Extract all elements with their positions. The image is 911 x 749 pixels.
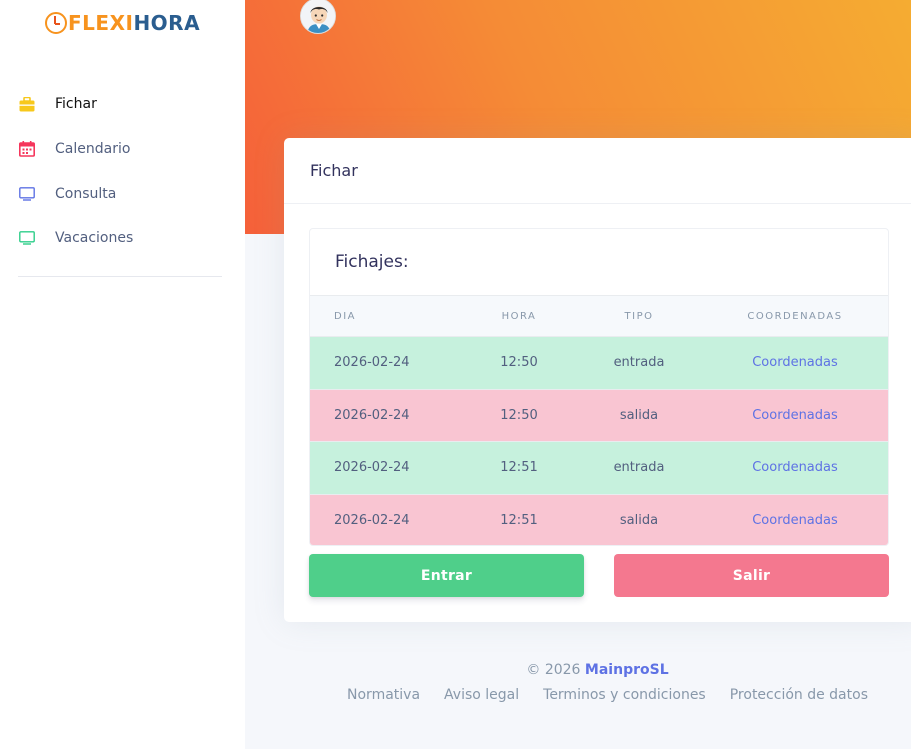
cell-dia: 2026-02-24: [310, 441, 460, 494]
coordenadas-link[interactable]: Coordenadas: [752, 355, 838, 370]
sidebar-nav: Fichar Calendario Consulta Vacaciones: [0, 82, 245, 261]
logo-text-flexi: FLEXI: [68, 11, 134, 35]
logo[interactable]: FLEXIHORA: [45, 11, 200, 35]
card-header: Fichar: [284, 138, 911, 204]
briefcase-icon: [18, 96, 35, 113]
fichajes-header: Fichajes:: [310, 229, 888, 295]
sidebar: FLEXIHORA Fichar Calendario Consulta Vac…: [0, 0, 245, 749]
sidebar-item-label: Vacaciones: [55, 230, 134, 247]
monitor-icon: [18, 230, 35, 247]
sidebar-item-consulta[interactable]: Consulta: [0, 171, 245, 216]
cell-coordenadas: Coordenadas: [700, 388, 888, 442]
company-link[interactable]: MainproSL: [585, 662, 669, 678]
table-row: 2026-02-24 12:51 salida Coordenadas: [310, 493, 888, 545]
cell-coordenadas: Coordenadas: [700, 493, 888, 545]
salir-button[interactable]: Salir: [614, 554, 889, 597]
fichajes-table: Dia Hora Tipo Coordenadas 2026-02-24 12:…: [310, 295, 888, 545]
coordenadas-link[interactable]: Coordenadas: [752, 513, 838, 528]
card-title: Fichar: [310, 161, 358, 180]
table-header-row: Dia Hora Tipo Coordenadas: [310, 295, 888, 337]
coordenadas-link[interactable]: Coordenadas: [752, 408, 838, 423]
fichajes-title: Fichajes:: [335, 252, 409, 272]
cell-tipo: salida: [578, 388, 700, 442]
monitor-icon: [18, 185, 35, 202]
logo-text: FLEXIHORA: [68, 11, 200, 35]
sidebar-divider: [18, 276, 222, 277]
footer-link-aviso-legal[interactable]: Aviso legal: [444, 687, 519, 703]
table-row: 2026-02-24 12:50 salida Coordenadas: [310, 388, 888, 442]
cell-tipo: entrada: [578, 441, 700, 494]
sidebar-item-label: Fichar: [55, 96, 97, 113]
footer-link-proteccion-datos[interactable]: Protección de datos: [730, 687, 868, 703]
cell-hora: 12:50: [460, 388, 578, 442]
cell-coordenadas: Coordenadas: [700, 336, 888, 389]
cell-tipo: entrada: [578, 336, 700, 389]
footer-link-terminos[interactable]: Terminos y condiciones: [543, 687, 706, 703]
logo-text-hora: HORA: [133, 11, 201, 35]
calendar-icon: [18, 141, 35, 158]
cell-dia: 2026-02-24: [310, 336, 460, 389]
cell-hora: 12:51: [460, 441, 578, 494]
coordenadas-link[interactable]: Coordenadas: [752, 460, 838, 475]
table-row: 2026-02-24 12:50 entrada Coordenadas: [310, 336, 888, 389]
copyright-text: © 2026: [526, 662, 581, 678]
sidebar-item-vacaciones[interactable]: Vacaciones: [0, 216, 245, 261]
cell-hora: 12:50: [460, 336, 578, 389]
copyright: © 2026 MainproSL: [284, 662, 911, 684]
sidebar-item-fichar[interactable]: Fichar: [0, 82, 245, 127]
entrar-button[interactable]: Entrar: [309, 554, 584, 597]
sidebar-item-label: Calendario: [55, 141, 131, 158]
clock-icon: [45, 12, 67, 34]
table-row: 2026-02-24 12:51 entrada Coordenadas: [310, 441, 888, 494]
footer-link-normativa[interactable]: Normativa: [347, 687, 420, 703]
sidebar-item-calendario[interactable]: Calendario: [0, 127, 245, 172]
column-header-coordenadas[interactable]: Coordenadas: [700, 295, 888, 337]
cell-tipo: salida: [578, 493, 700, 545]
cell-coordenadas: Coordenadas: [700, 441, 888, 494]
fichar-card: Fichar Fichajes: Dia Hora Tipo Coordenad…: [284, 138, 911, 622]
column-header-tipo[interactable]: Tipo: [578, 295, 700, 337]
cell-dia: 2026-02-24: [310, 493, 460, 545]
footer: © 2026 MainproSL Normativa Aviso legal T…: [284, 662, 911, 703]
footer-links: Normativa Aviso legal Terminos y condici…: [284, 687, 911, 703]
column-header-hora[interactable]: Hora: [460, 295, 578, 337]
column-header-dia[interactable]: Dia: [310, 295, 460, 337]
fichajes-panel: Fichajes: Dia Hora Tipo Coordenadas 2026…: [309, 228, 889, 546]
cell-hora: 12:51: [460, 493, 578, 545]
sidebar-item-label: Consulta: [55, 185, 117, 202]
cell-dia: 2026-02-24: [310, 388, 460, 442]
